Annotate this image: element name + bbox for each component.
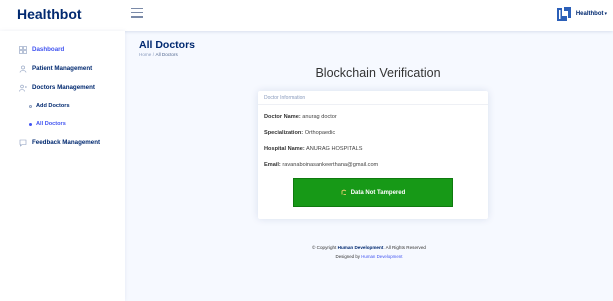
- field-value: anurag doctor: [302, 114, 337, 120]
- people-icon: [19, 84, 27, 92]
- copyright-text: © Copyright Human Development. All Right…: [125, 245, 613, 250]
- sidebar: Dashboard Patient Management Doctors Man…: [0, 31, 125, 301]
- sidebar-item-dashboard[interactable]: Dashboard: [0, 40, 125, 59]
- sidebar-subitem-label: All Doctors: [36, 121, 66, 127]
- credits-prefix: Designed by: [335, 254, 360, 259]
- sidebar-item-label: Dashboard: [32, 46, 65, 53]
- field-value: Orthopaedic: [304, 130, 336, 136]
- breadcrumb-home-link[interactable]: Home: [139, 52, 151, 57]
- field-value: ANURAG HOSPITALS: [305, 146, 363, 152]
- page-title: All Doctors: [139, 39, 196, 51]
- button-label: Data Not Tampered: [350, 189, 406, 196]
- field-value: ravanaboinasankeerthana@gmail.com: [282, 162, 379, 168]
- hospital-name-row: Hospital Name: ANURAG HOSPITALS: [264, 146, 362, 152]
- breadcrumb: Home / All Doctors: [139, 52, 178, 57]
- sidebar-item-patient-management[interactable]: Patient Management: [0, 59, 125, 78]
- field-label: Doctor Name:: [264, 114, 301, 120]
- circle-icon: [29, 122, 32, 126]
- user-name: Healthbot: [575, 11, 604, 17]
- data-not-tampered-button[interactable]: Data Not Tampered: [293, 178, 453, 207]
- field-label: Email:: [264, 162, 281, 168]
- sidebar-subitem-label: Add Doctors: [36, 103, 70, 109]
- email-row: Email: ravanaboinasankeerthana@gmail.com: [264, 162, 378, 168]
- sidebar-item-label: Doctors Management: [32, 84, 95, 91]
- breadcrumb-separator: /: [152, 52, 155, 57]
- app-logo[interactable]: Healthbot: [17, 6, 82, 22]
- credits-text: Designed by Human Development: [125, 254, 613, 259]
- field-label: Specialization:: [264, 130, 304, 136]
- sidebar-item-label: Feedback Management: [32, 139, 101, 146]
- card-title: Doctor Information: [258, 91, 488, 105]
- sidebar-item-feedback-management[interactable]: Feedback Management: [0, 133, 125, 152]
- hamburger-icon[interactable]: [131, 8, 143, 20]
- circle-icon: [29, 104, 32, 108]
- specialization-row: Specialization: Orthopaedic: [264, 130, 335, 136]
- chat-icon: [19, 139, 27, 147]
- field-label: Hospital Name:: [264, 146, 305, 152]
- copyright-prefix: © Copyright: [312, 245, 337, 250]
- user-logo-icon: [555, 6, 572, 22]
- chevron-down-icon: ▾: [604, 11, 607, 17]
- copyright-suffix: . All Rights Reserved: [383, 245, 426, 250]
- shield-icon: [341, 189, 347, 197]
- doctor-name-row: Doctor Name: anurag doctor: [264, 114, 337, 120]
- sidebar-subitem-add-doctors[interactable]: Add Doctors: [0, 97, 125, 115]
- top-header: Healthbot Healthbot ▾: [0, 0, 613, 31]
- sidebar-item-doctors-management[interactable]: Doctors Management: [0, 78, 125, 97]
- grid-icon: [19, 45, 27, 54]
- person-icon: [19, 65, 27, 73]
- footer: © Copyright Human Development. All Right…: [125, 245, 613, 259]
- section-heading: Blockchain Verification: [315, 66, 441, 80]
- breadcrumb-current: All Doctors: [155, 52, 178, 57]
- credits-link[interactable]: Human Development: [361, 254, 402, 259]
- sidebar-item-label: Patient Management: [32, 65, 93, 72]
- copyright-brand: Human Development: [337, 245, 384, 250]
- user-menu[interactable]: Healthbot ▾: [555, 6, 607, 22]
- doctor-info-card: Doctor Information Doctor Name: anurag d…: [258, 91, 488, 219]
- sidebar-subitem-all-doctors[interactable]: All Doctors: [0, 115, 125, 133]
